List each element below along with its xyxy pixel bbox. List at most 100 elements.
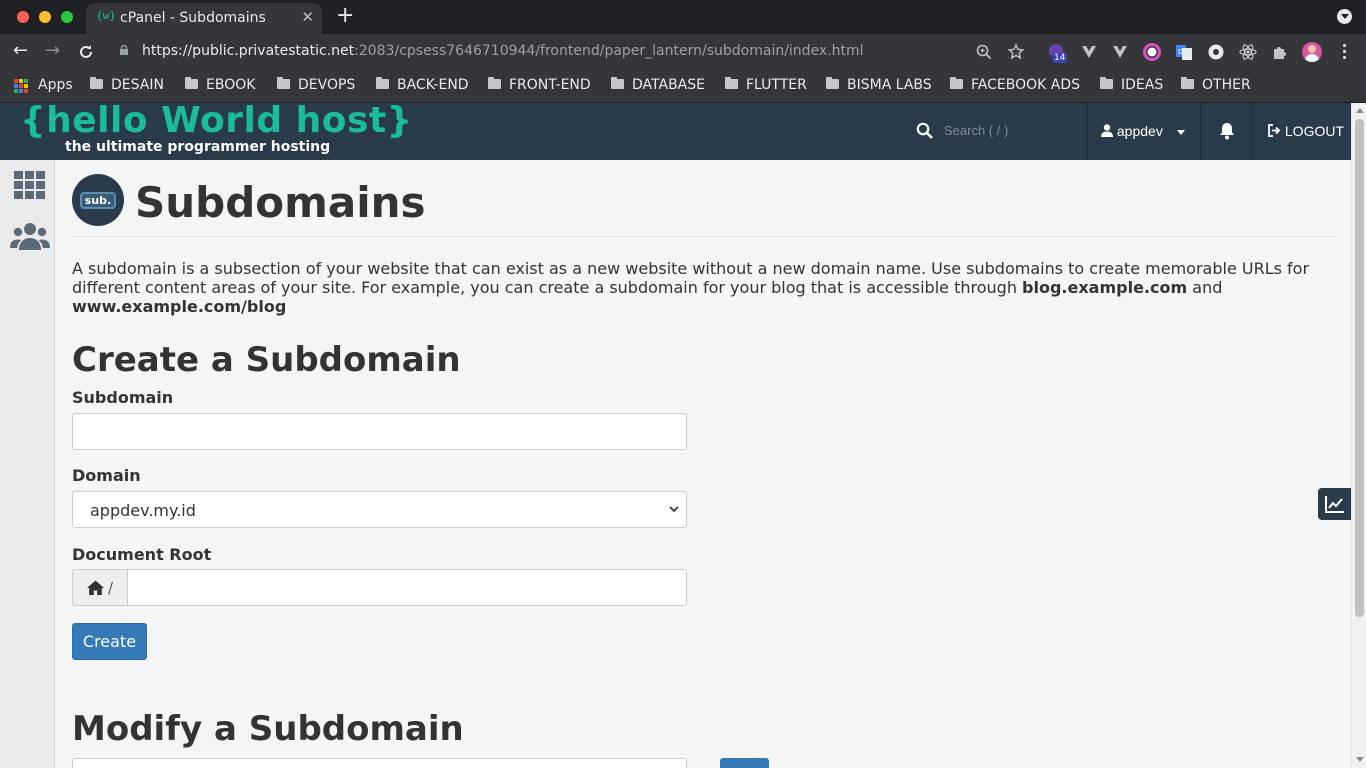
new-tab-button[interactable]: + <box>336 3 354 28</box>
bookmark-desain[interactable]: DESAIN <box>90 77 164 93</box>
browser-menu-icon[interactable] <box>1343 44 1346 59</box>
bookmark-label: FRONT-END <box>509 77 591 93</box>
modify-search-button[interactable] <box>720 758 769 768</box>
colorzilla-icon[interactable] <box>1143 43 1161 61</box>
google-translate-icon[interactable]: G <box>1175 43 1193 61</box>
vue-devtools-icon[interactable] <box>1080 43 1098 61</box>
logo-text: {hello World host} <box>20 100 413 141</box>
document-root-input[interactable] <box>127 569 687 606</box>
url-path: :2083/cpsess7646710944/frontend/paper_la… <box>354 43 864 59</box>
subdomain-page-icon: sub. <box>72 174 124 226</box>
subdomain-label: Subdomain <box>72 388 174 407</box>
bell-icon[interactable] <box>1217 121 1237 141</box>
search-icon <box>916 122 933 139</box>
stats-panel-toggle[interactable] <box>1318 488 1351 520</box>
bookmark-label: FACEBOOK ADS <box>971 77 1080 93</box>
domain-label: Domain <box>72 466 141 485</box>
cpanel-header: {hello World host} the ultimate programm… <box>0 100 1351 160</box>
logout-button[interactable]: LOGOUT <box>1267 123 1344 139</box>
sidebar <box>0 160 55 768</box>
back-arrow-icon[interactable]: ← <box>13 40 28 61</box>
user-icon <box>1101 124 1113 137</box>
bookmark-devops[interactable]: DEVOPS <box>277 77 355 93</box>
svg-text:G: G <box>1178 49 1183 56</box>
extension-circle-icon[interactable] <box>1207 43 1225 61</box>
logout-label: LOGOUT <box>1284 123 1345 139</box>
extension-badge-icon[interactable]: 14 <box>1047 43 1068 63</box>
description-example-path: www.example.com/blog <box>72 297 287 316</box>
bookmark-label: DESAIN <box>111 77 164 93</box>
folder-icon <box>1100 77 1113 89</box>
folder-icon <box>185 77 198 89</box>
forward-arrow-icon[interactable]: → <box>45 40 60 61</box>
page-description: A subdomain is a subsection of your webs… <box>72 259 1312 316</box>
folder-icon <box>488 77 501 89</box>
folder-icon <box>826 77 839 89</box>
extension-badge-count: 14 <box>1052 53 1068 63</box>
profile-avatar[interactable] <box>1302 42 1322 62</box>
zoom-icon[interactable] <box>975 43 993 61</box>
bookmark-facebook-ads[interactable]: FACEBOOK ADS <box>950 77 1080 93</box>
folder-icon <box>950 77 963 89</box>
scrollbar-thumb[interactable] <box>1355 119 1364 617</box>
bookmark-ideas[interactable]: IDEAS <box>1100 77 1163 93</box>
bookmark-back-end[interactable]: BACK-END <box>376 77 469 93</box>
apps-grid-icon[interactable] <box>14 79 28 93</box>
browser-tab-active[interactable]: {w} cPanel - Subdomains ✕ <box>86 3 322 34</box>
window-close-button[interactable] <box>17 11 29 23</box>
scroll-down-arrow-icon[interactable] <box>1356 757 1364 762</box>
bookmark-ebook[interactable]: EBOOK <box>185 77 255 93</box>
user-menu-button[interactable]: appdev <box>1101 123 1163 139</box>
bookmark-label: BACK-END <box>397 77 469 93</box>
browser-toolbar: ← → https://public.privatestatic.net:208… <box>0 34 1366 70</box>
bookmark-label: FLUTTER <box>746 77 807 93</box>
domain-selected-value: appdev.my.id <box>90 501 196 520</box>
chart-line-icon <box>1325 496 1344 513</box>
extensions-puzzle-icon[interactable] <box>1271 43 1289 61</box>
domain-select[interactable]: appdev.my.id <box>72 491 687 528</box>
logout-icon <box>1268 124 1281 137</box>
quick-search-input[interactable]: Search ( / ) <box>944 123 1008 138</box>
bookmark-bisma-labs[interactable]: BISMA LABS <box>826 77 932 93</box>
header-divider <box>1200 103 1201 160</box>
bookmark-label: DEVOPS <box>298 77 356 93</box>
bookmarks-bar: Apps DESAIN EBOOK DEVOPS BACK-END FRONT-… <box>0 70 1366 103</box>
address-bar[interactable]: https://public.privatestatic.net:2083/cp… <box>142 43 864 59</box>
tab-title: cPanel - Subdomains <box>120 10 266 26</box>
folder-icon <box>611 77 624 89</box>
bookmark-label: DATABASE <box>632 77 705 93</box>
folder-icon <box>725 77 738 89</box>
vue-extension-icon[interactable] <box>1111 43 1129 61</box>
window-maximize-button[interactable] <box>61 11 73 23</box>
page-title: Subdomains <box>135 178 426 227</box>
bookmark-database[interactable]: DATABASE <box>611 77 705 93</box>
favicon-icon: {w} <box>96 9 116 22</box>
reload-icon[interactable] <box>78 44 94 60</box>
description-text: and <box>1187 278 1223 297</box>
chevron-down-icon[interactable] <box>1177 130 1185 135</box>
tab-close-icon[interactable]: ✕ <box>301 8 314 26</box>
bookmark-front-end[interactable]: FRONT-END <box>488 77 591 93</box>
tab-search-button[interactable] <box>1337 9 1352 24</box>
bookmark-flutter[interactable]: FLUTTER <box>725 77 807 93</box>
home-icon <box>87 580 104 595</box>
bookmark-label: BISMA LABS <box>847 77 932 93</box>
react-devtools-icon[interactable] <box>1239 43 1257 61</box>
lock-icon[interactable] <box>119 45 129 55</box>
logo-tagline: the ultimate programmer hosting <box>65 139 331 155</box>
bookmark-apps[interactable]: Apps <box>38 77 73 93</box>
subdomain-input[interactable] <box>72 413 687 450</box>
page-scrollbar[interactable] <box>1351 103 1366 768</box>
window-minimize-button[interactable] <box>39 11 51 23</box>
bookmark-star-icon[interactable] <box>1007 43 1025 61</box>
create-button[interactable]: Create <box>72 623 147 660</box>
create-subdomain-heading: Create a Subdomain <box>72 340 461 380</box>
header-divider <box>1087 103 1088 160</box>
users-icon[interactable] <box>10 222 50 252</box>
modify-search-input[interactable] <box>72 758 687 768</box>
folder-icon <box>277 77 290 89</box>
scroll-up-arrow-icon[interactable] <box>1356 108 1364 113</box>
browser-tab-strip: {w} cPanel - Subdomains ✕ + <box>0 0 1366 34</box>
apps-grid-icon[interactable] <box>14 171 46 199</box>
bookmark-other[interactable]: OTHER <box>1181 77 1251 93</box>
